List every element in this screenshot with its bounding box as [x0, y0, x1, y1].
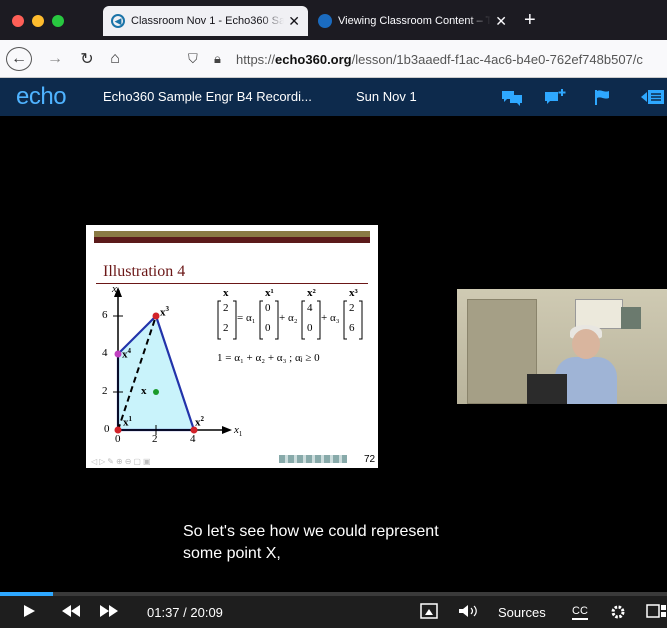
- tab-classroom[interactable]: ◀ Classroom Nov 1 - Echo360 Sa ✕: [103, 6, 308, 36]
- browser-nav-bar: ← → ↻ ⌂ ⛉ 🔒︎ https://echo360.org/lesson/…: [0, 40, 667, 78]
- vector-head: x¹: [265, 287, 274, 299]
- picture-layout-icon[interactable]: [420, 603, 438, 619]
- tab-label: Classroom Nov 1 - Echo360 Sa: [131, 15, 285, 27]
- slide-view[interactable]: Illustration 4 x2 x1 6 4 2 0 0 2 4 x1 x2…: [86, 225, 378, 468]
- caption-line-2: some point X,: [183, 545, 281, 562]
- point-label-x2: x2: [195, 415, 204, 429]
- point-label-x3: x3: [160, 305, 169, 319]
- echo360-logo[interactable]: echo: [16, 83, 67, 111]
- convexity-constraint: 1 = α₁ + α₂ + α₃ ; αⱼ ≥ 0: [217, 352, 320, 364]
- point-label-x1: x1: [123, 415, 132, 429]
- y-tick-label: 0: [104, 423, 110, 435]
- coef-alpha2: + α₂: [279, 312, 298, 324]
- tab-viewing-content[interactable]: Viewing Classroom Content – T ✕: [310, 6, 515, 36]
- presenter-head: [572, 329, 600, 359]
- feasible-region: [116, 313, 196, 432]
- url-bar[interactable]: ⛉ 🔒︎ https://echo360.org/lesson/1b3aaedf…: [188, 46, 667, 72]
- point-x3: [152, 312, 160, 320]
- settings-gear-icon[interactable]: [610, 604, 626, 620]
- shield-icon: ⛉: [188, 51, 198, 66]
- url-prefix: https://: [236, 51, 276, 67]
- discussion-icon[interactable]: [500, 88, 524, 106]
- wall-poster: [621, 307, 641, 329]
- point-x: [153, 389, 159, 395]
- volume-icon[interactable]: [458, 604, 480, 618]
- playback-time: 01:37 / 20:09: [147, 605, 223, 620]
- forward-button[interactable]: →: [44, 47, 66, 71]
- y-tick-label: 4: [102, 347, 108, 359]
- class-date: Sun Nov 1: [356, 89, 417, 104]
- coef-alpha1: = α₁: [237, 312, 256, 324]
- lectern-monitor: [527, 374, 567, 404]
- x-axis-arrow: [222, 426, 232, 434]
- course-title: Echo360 Sample Engr B4 Recordi...: [103, 89, 312, 104]
- close-tab-icon[interactable]: ✕: [288, 13, 300, 30]
- caption-line-1: So let's see how we could represent: [183, 523, 439, 540]
- close-tab-icon[interactable]: ✕: [495, 13, 507, 30]
- point-x4: [114, 350, 122, 358]
- point-label-x4: x4: [122, 347, 131, 361]
- x-tick-label: 0: [115, 433, 121, 445]
- presenter-video[interactable]: [457, 289, 667, 404]
- vector-head: x³: [349, 287, 358, 299]
- slide-page-number: 72: [364, 454, 376, 465]
- new-tab-button[interactable]: +: [524, 9, 536, 32]
- sources-button[interactable]: Sources: [498, 605, 546, 620]
- lock-icon: 🔒︎: [214, 51, 221, 66]
- play-icon[interactable]: [22, 604, 36, 618]
- closed-captions-button[interactable]: CC: [572, 605, 588, 620]
- browser-tab-bar: ◀ Classroom Nov 1 - Echo360 Sa ✕ Viewing…: [0, 0, 667, 40]
- echo360-header: echo Echo360 Sample Engr B4 Recordi... S…: [0, 78, 667, 116]
- url-path: /lesson/1b3aaedf-f1ac-4ac6-b4e0-762ef748…: [351, 51, 643, 67]
- x-axis-label: x1: [234, 424, 243, 439]
- slide-thumbnail-strip[interactable]: [279, 455, 347, 463]
- globe-favicon-icon: [318, 14, 332, 28]
- slide-toolbar-icons[interactable]: ◁▷✎⊕⊖▢▣: [91, 457, 153, 466]
- flag-icon[interactable]: [593, 88, 611, 106]
- minimize-window-button[interactable]: [32, 15, 44, 27]
- vector-head: x: [223, 287, 229, 299]
- transcript-panel-icon[interactable]: [640, 88, 667, 106]
- x-tick-label: 2: [152, 433, 158, 445]
- close-window-button[interactable]: [12, 15, 24, 27]
- maximize-window-button[interactable]: [52, 15, 64, 27]
- y-axis-label: x2: [112, 283, 121, 298]
- vector-equation: x x¹ x² x³ 2 2 = α₁ 0 0 + α₂ 4 0 + α₃ 2 …: [217, 287, 367, 347]
- y-tick-label: 6: [102, 309, 108, 321]
- rewind-icon[interactable]: [61, 604, 81, 618]
- fast-forward-icon[interactable]: [99, 604, 119, 618]
- reload-button[interactable]: ↻: [76, 47, 98, 71]
- fullscreen-panel-icon[interactable]: [646, 604, 667, 618]
- coef-alpha3: + α₃: [321, 312, 340, 324]
- add-note-icon[interactable]: [543, 88, 567, 106]
- url-domain: echo360.org: [275, 51, 352, 67]
- tab-label: Viewing Classroom Content – T: [338, 15, 492, 27]
- x-tick-label: 4: [190, 433, 196, 445]
- echo360-favicon-icon: ◀: [111, 14, 125, 28]
- vector-head: x²: [307, 287, 316, 299]
- player-controls: 01:37 / 20:09 Sources CC: [0, 596, 667, 628]
- closed-caption: So let's see how we could represent some…: [183, 521, 439, 565]
- point-label-x: x: [141, 385, 147, 397]
- y-tick-label: 2: [102, 385, 108, 397]
- back-button[interactable]: ←: [6, 47, 32, 71]
- home-button[interactable]: ⌂: [104, 47, 126, 71]
